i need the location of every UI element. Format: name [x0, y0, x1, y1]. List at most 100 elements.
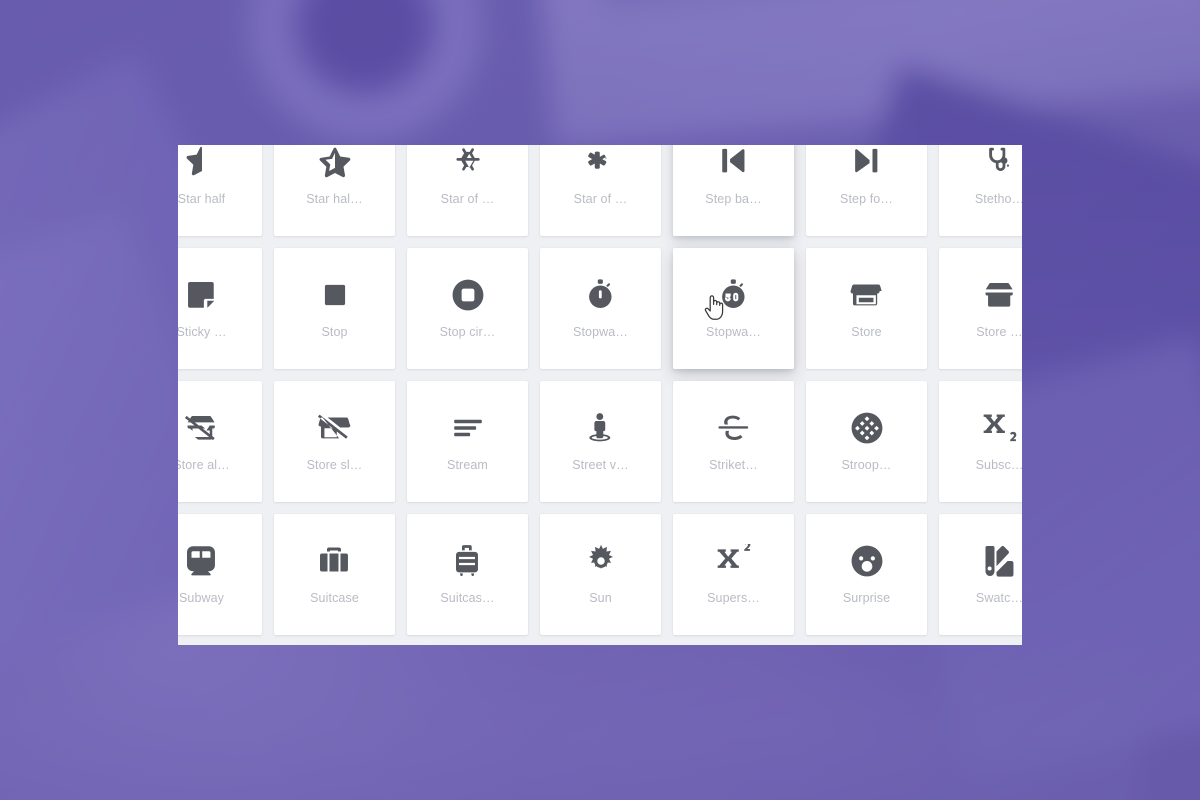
sticky-note-icon	[185, 278, 219, 312]
icon-card-step-backward[interactable]: Step ba…	[667, 145, 800, 242]
icon-card-store-alt-slash[interactable]: Store al…	[178, 375, 268, 508]
icon-card-sticky-note[interactable]: Sticky …	[178, 242, 268, 375]
surprise-icon	[850, 544, 884, 578]
subscript-icon	[983, 411, 1017, 445]
icon-card-inner: Sun	[540, 514, 661, 635]
star-of-life-icon	[584, 145, 618, 179]
icon-card-stopwatch[interactable]: Stopwa…	[534, 242, 667, 375]
icon-card-stopwatch-20[interactable]: Stopwa…	[667, 242, 800, 375]
icon-card-store-slash[interactable]: Store sl…	[268, 375, 401, 508]
star-of-david-icon	[451, 145, 485, 179]
icon-label: Store sl…	[306, 459, 363, 472]
swatchbook-icon	[983, 544, 1017, 578]
icon-label: Store	[851, 326, 882, 339]
icon-card-suitcase[interactable]: Suitcase	[268, 508, 401, 641]
icon-card-swatchbook[interactable]: Swatc…	[933, 508, 1022, 641]
icon-label: Star hal…	[306, 193, 363, 206]
icon-card-step-forward[interactable]: Step fo…	[800, 145, 933, 242]
icon-label: Suitcase	[310, 592, 359, 605]
stethoscope-icon	[983, 145, 1017, 179]
street-view-icon	[584, 411, 618, 445]
icon-label: Stop cir…	[439, 326, 496, 339]
icon-card-inner: Stetho…	[939, 145, 1022, 236]
icon-label: Stream	[447, 459, 488, 472]
icon-card-inner: Surprise	[806, 514, 927, 635]
icon-card-store-alt[interactable]: Store …	[933, 242, 1022, 375]
icon-gallery-panel: Star half Star hal… Star of … Star of … Step…	[178, 145, 1022, 645]
icon-card-inner: Store	[806, 248, 927, 369]
icon-card-inner: Star of …	[540, 145, 661, 236]
icon-label: Stroop…	[841, 459, 892, 472]
icon-label: Subway	[178, 592, 225, 605]
icon-card-star-of-david[interactable]: Star of …	[401, 145, 534, 242]
icon-grid: Star half Star hal… Star of … Star of … Step…	[178, 145, 1022, 641]
icon-card-subscript[interactable]: Subsc…	[933, 375, 1022, 508]
icon-label: Star half	[178, 193, 226, 206]
icon-card-subway[interactable]: Subway	[178, 508, 268, 641]
icon-card-inner: Sticky …	[178, 248, 262, 369]
icon-label: Stetho…	[974, 193, 1022, 206]
icon-label: Sun	[589, 592, 612, 605]
icon-card-street-view[interactable]: Street v…	[534, 375, 667, 508]
icon-card-inner: Step ba…	[673, 145, 794, 236]
icon-card-inner: Stop cir…	[407, 248, 528, 369]
icon-card-inner: Suitcas…	[407, 514, 528, 635]
icon-label: Supers…	[707, 592, 760, 605]
icon-card-superscript[interactable]: Supers…	[667, 508, 800, 641]
icon-label: Store …	[976, 326, 1022, 339]
icon-label: Suitcas…	[440, 592, 495, 605]
icon-card-inner: Stream	[407, 381, 528, 502]
sun-icon	[584, 544, 618, 578]
icon-label: Swatc…	[975, 592, 1022, 605]
icon-card-stethoscope[interactable]: Stetho…	[933, 145, 1022, 242]
icon-card-inner: Suitcase	[274, 514, 395, 635]
icon-card-stop[interactable]: Stop	[268, 242, 401, 375]
icon-label: Subsc…	[975, 459, 1022, 472]
icon-card-suitcase-rolling[interactable]: Suitcas…	[401, 508, 534, 641]
stop-circle-icon	[451, 278, 485, 312]
strikethrough-icon	[717, 411, 751, 445]
store-alt-icon	[983, 278, 1017, 312]
icon-label: Stopwa…	[573, 326, 628, 339]
icon-card-inner: Subway	[178, 514, 262, 635]
icon-card-inner: Street v…	[540, 381, 661, 502]
icon-card-inner: Store al…	[178, 381, 262, 502]
store-slash-icon	[317, 411, 352, 445]
icon-label: Stop	[321, 326, 348, 339]
icon-label: Star of …	[573, 193, 628, 206]
icon-label: Sticky …	[178, 326, 227, 339]
icon-card-inner: Star hal…	[274, 145, 395, 236]
icon-card-stream[interactable]: Stream	[401, 375, 534, 508]
icon-card-strikethrough[interactable]: Striket…	[667, 375, 800, 508]
icon-card-inner: Stroop…	[806, 381, 927, 502]
step-forward-icon	[850, 145, 884, 179]
subway-icon	[185, 544, 219, 578]
icon-label: Striket…	[709, 459, 758, 472]
icon-card-inner: Store sl…	[274, 381, 395, 502]
icon-card-sun[interactable]: Sun	[534, 508, 667, 641]
stroopwafel-icon	[850, 411, 884, 445]
step-backward-icon	[717, 145, 751, 179]
icon-card-star-half[interactable]: Star half	[178, 145, 268, 242]
icon-card-inner: Step fo…	[806, 145, 927, 236]
icon-card-star-half-alt[interactable]: Star hal…	[268, 145, 401, 242]
icon-card-inner: Stopwa…	[673, 248, 794, 369]
icon-label: Street v…	[572, 459, 629, 472]
stream-icon	[451, 411, 485, 445]
icon-card-stroopwafel[interactable]: Stroop…	[800, 375, 933, 508]
icon-card-surprise[interactable]: Surprise	[800, 508, 933, 641]
icon-card-inner: Swatc…	[939, 514, 1022, 635]
icon-card-inner: Stop	[274, 248, 395, 369]
icon-card-inner: Star half	[178, 145, 262, 236]
stopwatch-20-icon	[717, 278, 751, 312]
icon-card-inner: Star of …	[407, 145, 528, 236]
suitcase-icon	[318, 544, 352, 578]
icon-label: Surprise	[842, 592, 891, 605]
stopwatch-icon	[584, 278, 618, 312]
icon-card-inner: Subsc…	[939, 381, 1022, 502]
icon-card-inner: Store …	[939, 248, 1022, 369]
icon-card-star-of-life[interactable]: Star of …	[534, 145, 667, 242]
icon-card-stop-circle[interactable]: Stop cir…	[401, 242, 534, 375]
icon-label: Step ba…	[705, 193, 762, 206]
icon-card-store[interactable]: Store	[800, 242, 933, 375]
